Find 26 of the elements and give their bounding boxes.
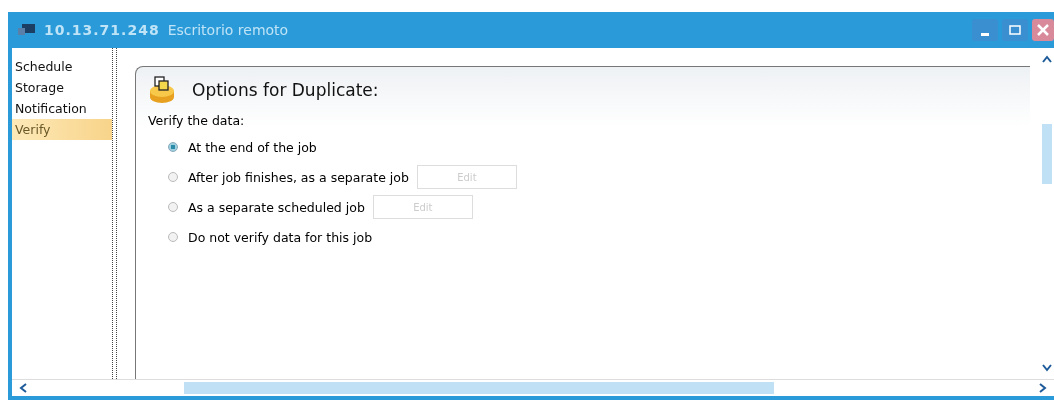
group-label: Verify the data: (148, 113, 246, 128)
sidebar-item[interactable]: Storage (12, 77, 112, 98)
monitor-icon (18, 23, 36, 37)
radio-button[interactable] (168, 172, 178, 182)
maximize-icon (1009, 25, 1021, 35)
radio-option[interactable]: As a separate scheduled job (168, 199, 365, 215)
horizontal-scrollbar[interactable] (12, 379, 1054, 396)
scroll-thumb[interactable] (184, 382, 774, 394)
panel-title: Options for Duplicate: (192, 80, 379, 100)
close-button[interactable] (1032, 19, 1054, 41)
radio-button[interactable] (168, 142, 178, 152)
radio-option[interactable]: After job finishes, as a separate job (168, 169, 409, 185)
window-title: 10.13.71.248 (44, 22, 160, 38)
minimize-button[interactable] (972, 19, 998, 41)
radio-button[interactable] (168, 232, 178, 242)
scroll-thumb[interactable] (1042, 123, 1052, 184)
close-icon (1036, 23, 1050, 37)
sidebar-item[interactable]: Verify (12, 119, 112, 140)
maximize-button[interactable] (1002, 19, 1028, 41)
radio-button[interactable] (168, 202, 178, 212)
window-title: Escritorio remoto (167, 22, 289, 38)
sidebar-item[interactable]: Schedule (12, 56, 112, 77)
radio-option[interactable]: Do not verify data for this job (168, 229, 373, 245)
minimize-icon (981, 32, 989, 36)
sidebar-item[interactable]: Notification (12, 98, 112, 119)
radio-option[interactable]: At the end of the job (168, 139, 317, 155)
